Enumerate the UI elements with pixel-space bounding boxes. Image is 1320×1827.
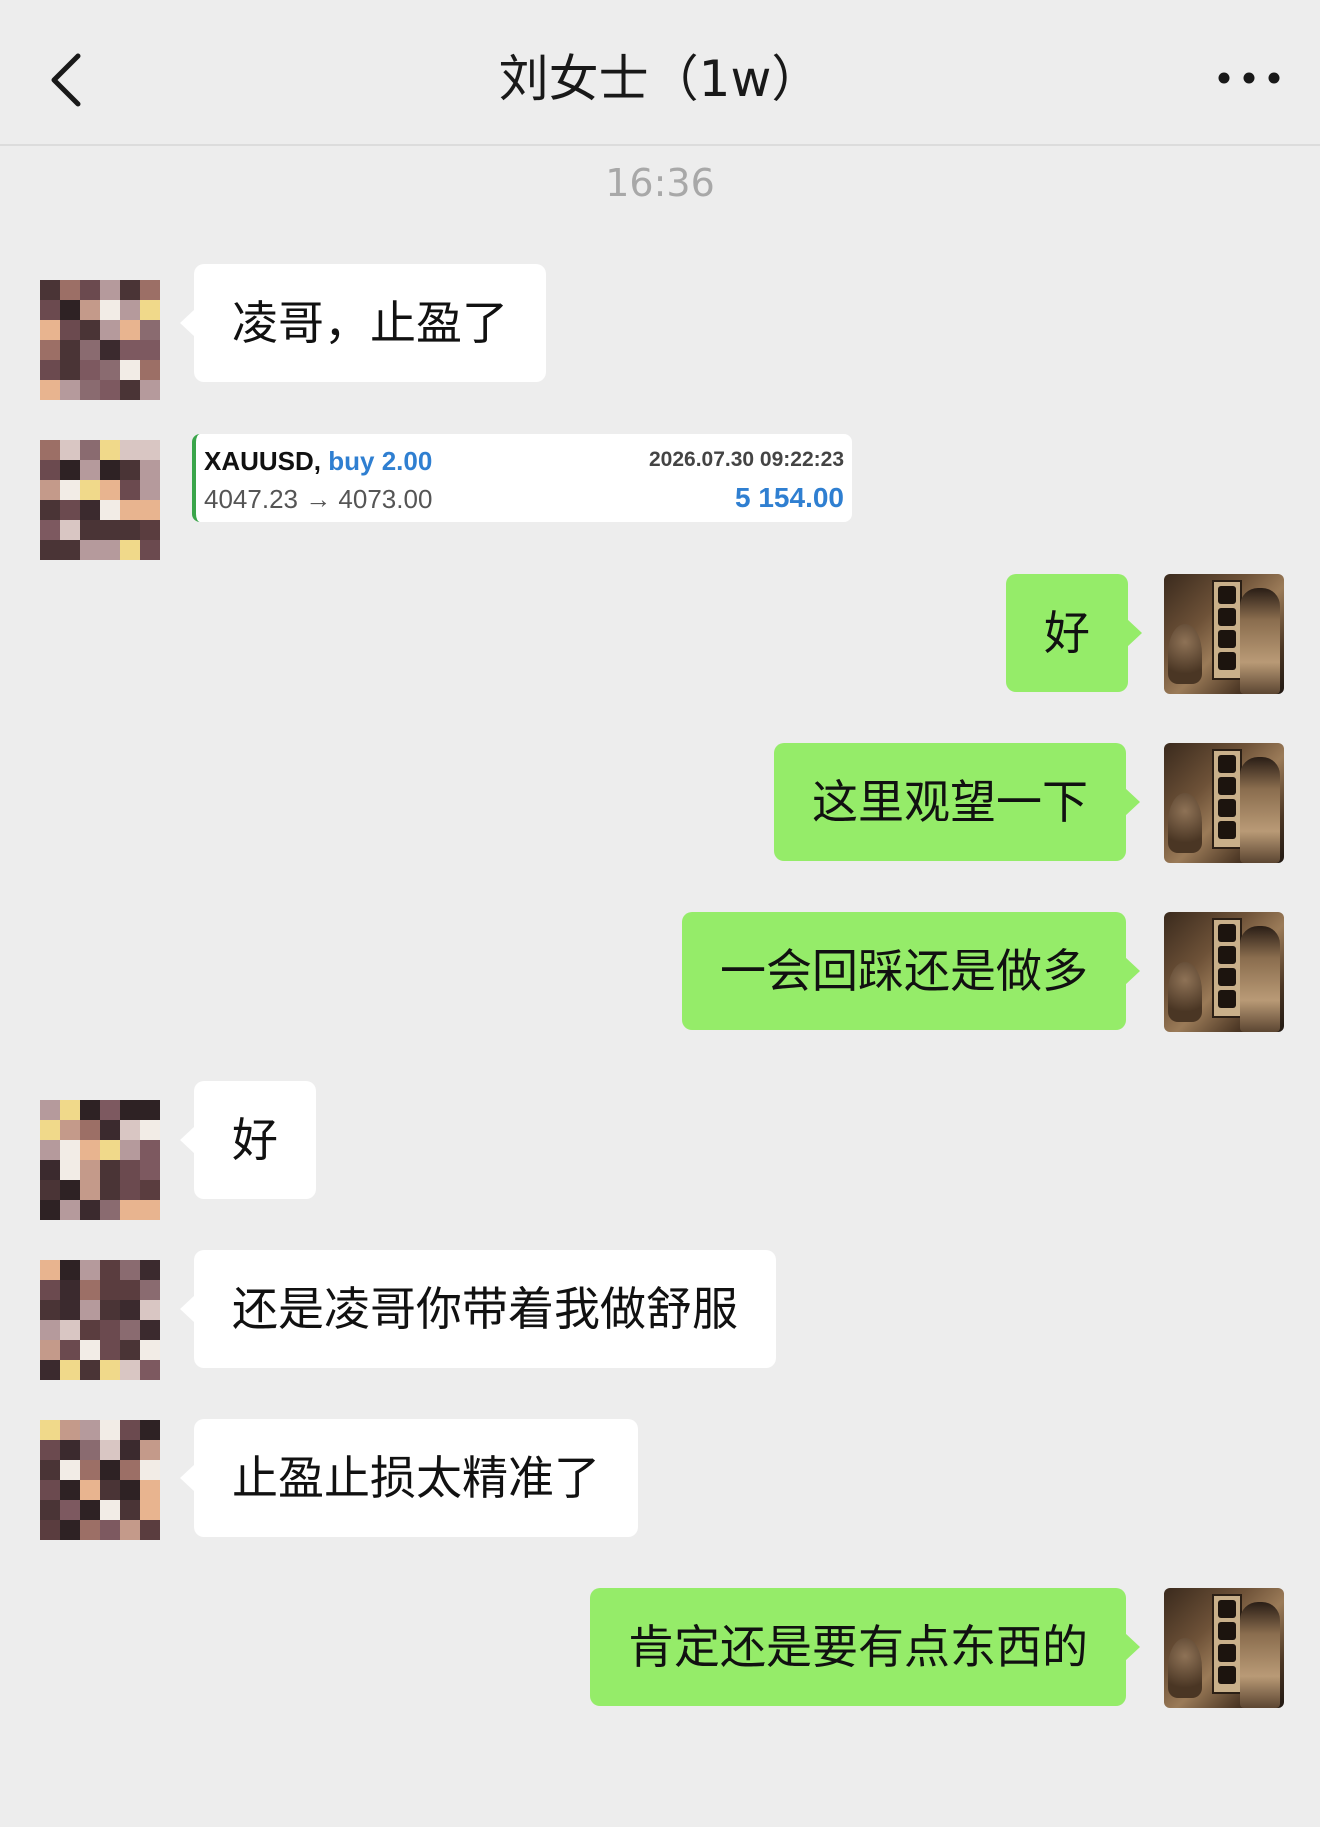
my-avatar[interactable] xyxy=(1164,574,1284,694)
message-bubble-outgoing[interactable]: 一会回踩还是做多 xyxy=(682,912,1140,1030)
message-bubble-incoming[interactable]: 还是凌哥你带着我做舒服 xyxy=(180,1250,776,1368)
contact-avatar[interactable] xyxy=(40,440,160,560)
trade-symbol-line: XAUUSD, buy 2.00 xyxy=(204,446,432,477)
my-avatar[interactable] xyxy=(1164,1588,1284,1708)
my-avatar[interactable] xyxy=(1164,912,1284,1032)
message-bubble-outgoing[interactable]: 肯定还是要有点东西的 xyxy=(590,1588,1140,1706)
trade-datetime: 2026.07.30 09:22:23 xyxy=(649,448,844,471)
more-dots-icon xyxy=(1218,72,1280,84)
contact-avatar[interactable] xyxy=(40,1100,160,1220)
message-bubble-incoming[interactable]: 好 xyxy=(180,1081,316,1199)
message-bubble-incoming[interactable]: 凌哥，止盈了 xyxy=(180,264,546,382)
message-bubble-outgoing[interactable]: 好 xyxy=(1006,574,1142,692)
message-bubble-incoming[interactable]: 止盈止损太精准了 xyxy=(180,1419,638,1537)
contact-avatar[interactable] xyxy=(40,1260,160,1380)
message-timestamp: 16:36 xyxy=(605,161,715,205)
contact-avatar[interactable] xyxy=(40,1420,160,1540)
trade-symbol: XAUUSD, xyxy=(204,446,322,476)
trade-side: buy 2.00 xyxy=(328,446,433,476)
trade-profit: 5 154.00 xyxy=(735,482,844,513)
message-bubble-outgoing[interactable]: 这里观望一下 xyxy=(774,743,1140,861)
trade-card[interactable]: XAUUSD, buy 2.00 2026.07.30 09:22:23 404… xyxy=(192,434,852,522)
chat-header: 刘女士（1w） xyxy=(0,0,1320,146)
trade-prices: 4047.23 → 4073.00 xyxy=(204,484,433,514)
contact-avatar[interactable] xyxy=(40,280,160,400)
chat-title: 刘女士（1w） xyxy=(498,50,822,108)
my-avatar[interactable] xyxy=(1164,743,1284,863)
more-options-button[interactable] xyxy=(1214,62,1284,94)
chat-screen: 刘女士（1w） 16:36 凌哥，止盈了 XAUUSD, buy 2.00 20… xyxy=(0,0,1320,1827)
